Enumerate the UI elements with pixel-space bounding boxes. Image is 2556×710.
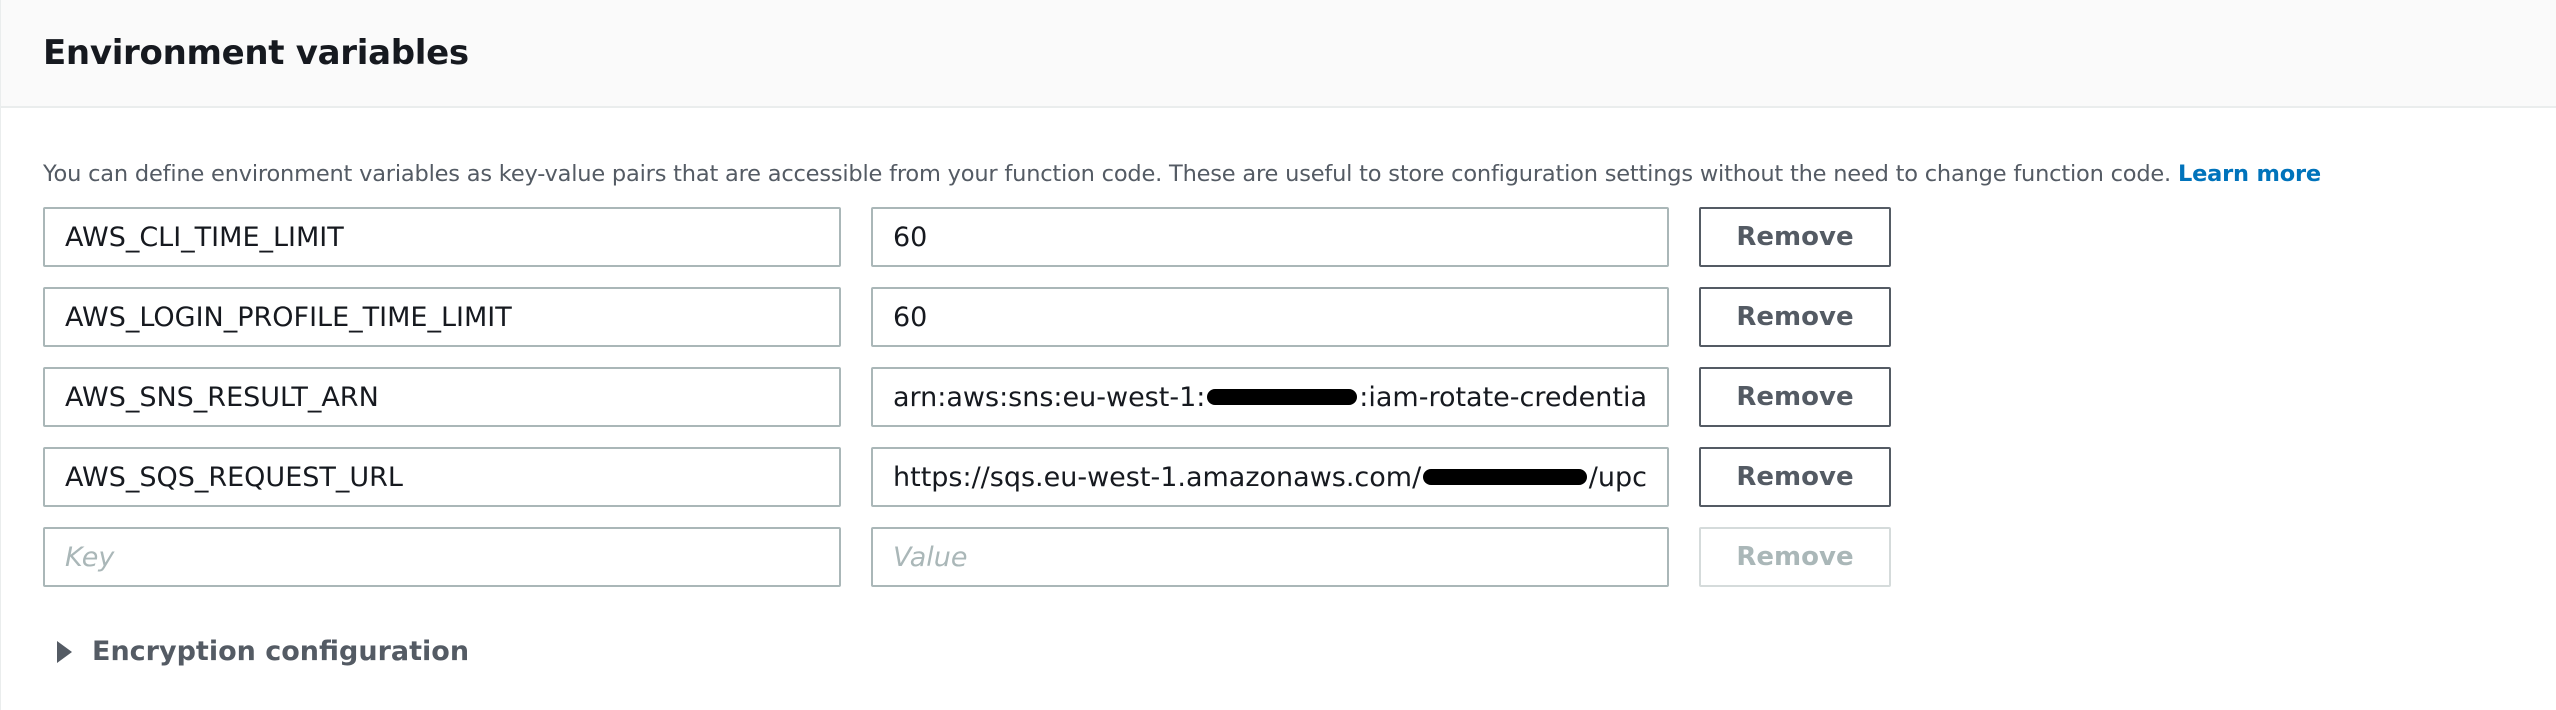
new-key-input[interactable]: Key	[43, 527, 841, 587]
remove-button[interactable]: Remove	[1699, 367, 1891, 427]
env-key-value: AWS_CLI_TIME_LIMIT	[65, 221, 344, 253]
env-value-input[interactable]: 60	[871, 207, 1669, 267]
env-var-new-row: Key Value Remove	[43, 527, 1891, 587]
env-value-input[interactable]: https://sqs.eu-west-1.amazonaws.com/ /upc	[871, 447, 1669, 507]
env-var-row: AWS_SNS_RESULT_ARN arn:aws:sns:eu-west-1…	[43, 367, 1891, 427]
remove-button[interactable]: Remove	[1699, 287, 1891, 347]
description-body: You can define environment variables as …	[43, 161, 2178, 187]
caret-right-icon	[57, 640, 72, 663]
env-key-value: AWS_SNS_RESULT_ARN	[65, 381, 379, 413]
env-value-suffix: /upc	[1588, 461, 1647, 493]
env-value-value: 60	[893, 221, 928, 253]
encryption-configuration-toggle[interactable]: Encryption configuration	[57, 636, 469, 667]
env-value-input[interactable]: 60	[871, 287, 1669, 347]
env-key-input[interactable]: AWS_SQS_REQUEST_URL	[43, 447, 841, 507]
env-var-row: AWS_LOGIN_PROFILE_TIME_LIMIT 60 Remove	[43, 287, 1891, 347]
env-value-prefix: https://sqs.eu-west-1.amazonaws.com/	[893, 461, 1422, 493]
new-key-placeholder: Key	[65, 541, 115, 573]
env-var-row: AWS_CLI_TIME_LIMIT 60 Remove	[43, 207, 1891, 267]
description-text: You can define environment variables as …	[43, 161, 2321, 187]
env-key-input[interactable]: AWS_CLI_TIME_LIMIT	[43, 207, 841, 267]
panel-title: Environment variables	[43, 33, 469, 73]
new-value-placeholder: Value	[893, 541, 968, 573]
env-value-prefix: arn:aws:sns:eu-west-1:	[893, 381, 1206, 413]
remove-button[interactable]: Remove	[1699, 207, 1891, 267]
env-var-row: AWS_SQS_REQUEST_URL https://sqs.eu-west-…	[43, 447, 1891, 507]
environment-variables-panel: Environment variables You can define env…	[0, 0, 2556, 710]
env-key-input[interactable]: AWS_LOGIN_PROFILE_TIME_LIMIT	[43, 287, 841, 347]
encryption-configuration-label: Encryption configuration	[92, 636, 470, 667]
learn-more-link[interactable]: Learn more	[2178, 161, 2321, 187]
env-value-input[interactable]: arn:aws:sns:eu-west-1: :iam-rotate-creden…	[871, 367, 1669, 427]
env-value-value: 60	[893, 301, 928, 333]
panel-header: Environment variables	[1, 0, 2556, 108]
redaction-mark	[1207, 389, 1358, 405]
redaction-mark	[1423, 469, 1587, 485]
new-value-input[interactable]: Value	[871, 527, 1669, 587]
env-key-value: AWS_LOGIN_PROFILE_TIME_LIMIT	[65, 301, 512, 333]
env-value-suffix: :iam-rotate-credentia	[1359, 381, 1647, 413]
env-key-input[interactable]: AWS_SNS_RESULT_ARN	[43, 367, 841, 427]
env-key-value: AWS_SQS_REQUEST_URL	[65, 461, 403, 493]
remove-button[interactable]: Remove	[1699, 447, 1891, 507]
remove-button-disabled: Remove	[1699, 527, 1891, 587]
